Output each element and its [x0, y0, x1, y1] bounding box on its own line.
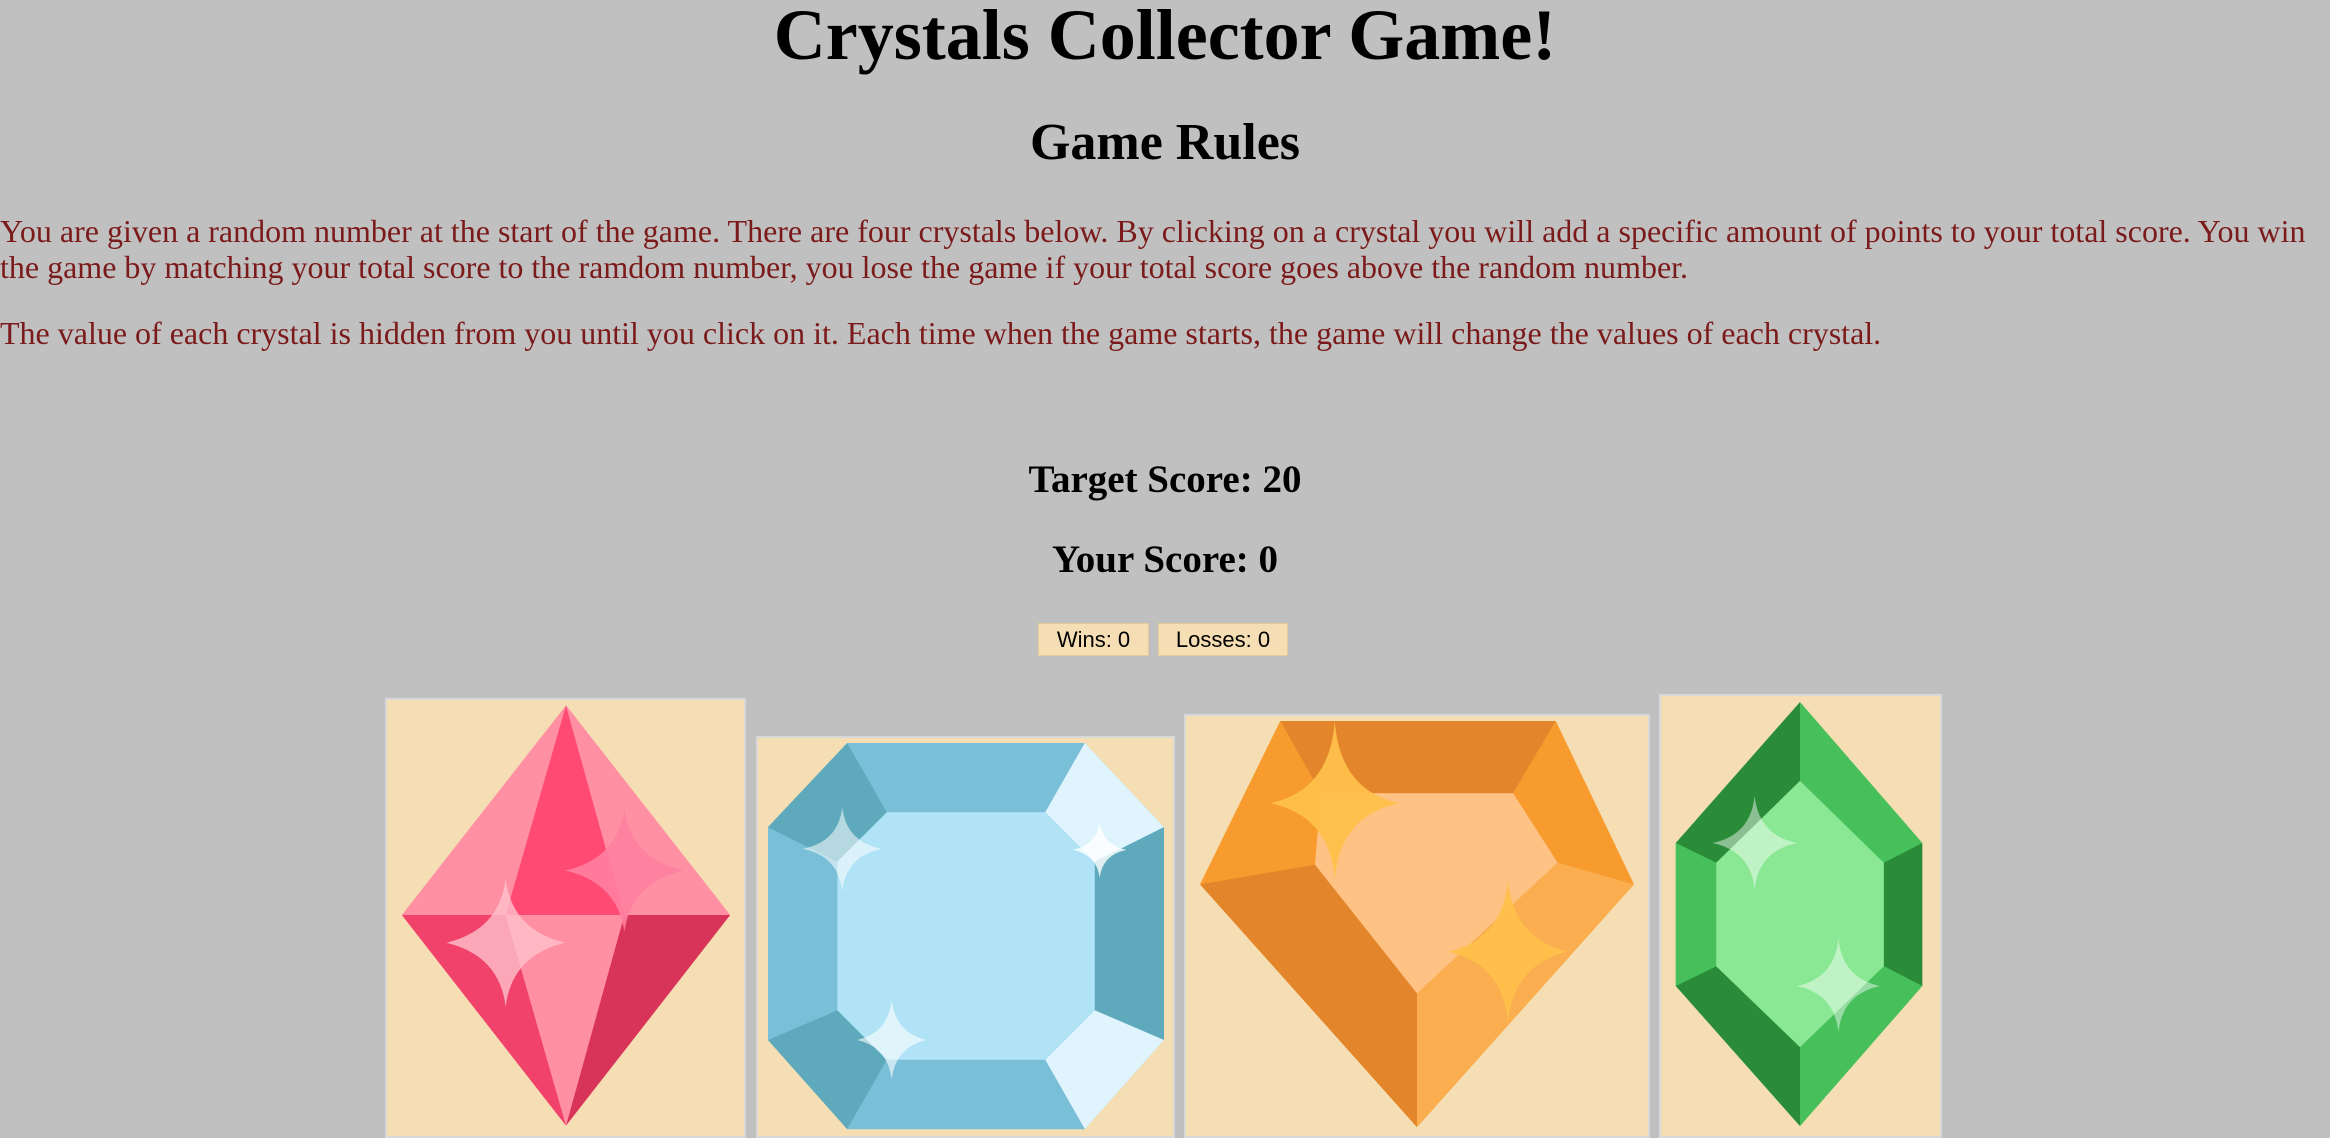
red-crystal-icon [401, 705, 731, 1126]
red-crystal-button[interactable] [385, 698, 746, 1138]
losses-counter: Losses: 0 [1158, 623, 1288, 656]
rules-heading: Game Rules [1029, 114, 1301, 171]
orange-crystal-icon [1200, 720, 1634, 1128]
green-crystal-button[interactable] [1659, 694, 1942, 1138]
green-crystal-icon [1675, 702, 1923, 1126]
target-score: Target Score: 20 [1028, 458, 1302, 501]
your-score: Your Score: 0 [1051, 538, 1279, 581]
rules-paragraph: The value of each crystal is hidden from… [0, 315, 1882, 351]
page-title: Crystals Collector Game! [773, 0, 1557, 75]
orange-crystal-button[interactable] [1184, 714, 1650, 1138]
blue-crystal-icon [767, 742, 1165, 1130]
wins-counter: Wins: 0 [1038, 623, 1149, 656]
rules-paragraph: You are given a random number at the sta… [0, 213, 2306, 285]
blue-crystal-button[interactable] [756, 736, 1175, 1138]
